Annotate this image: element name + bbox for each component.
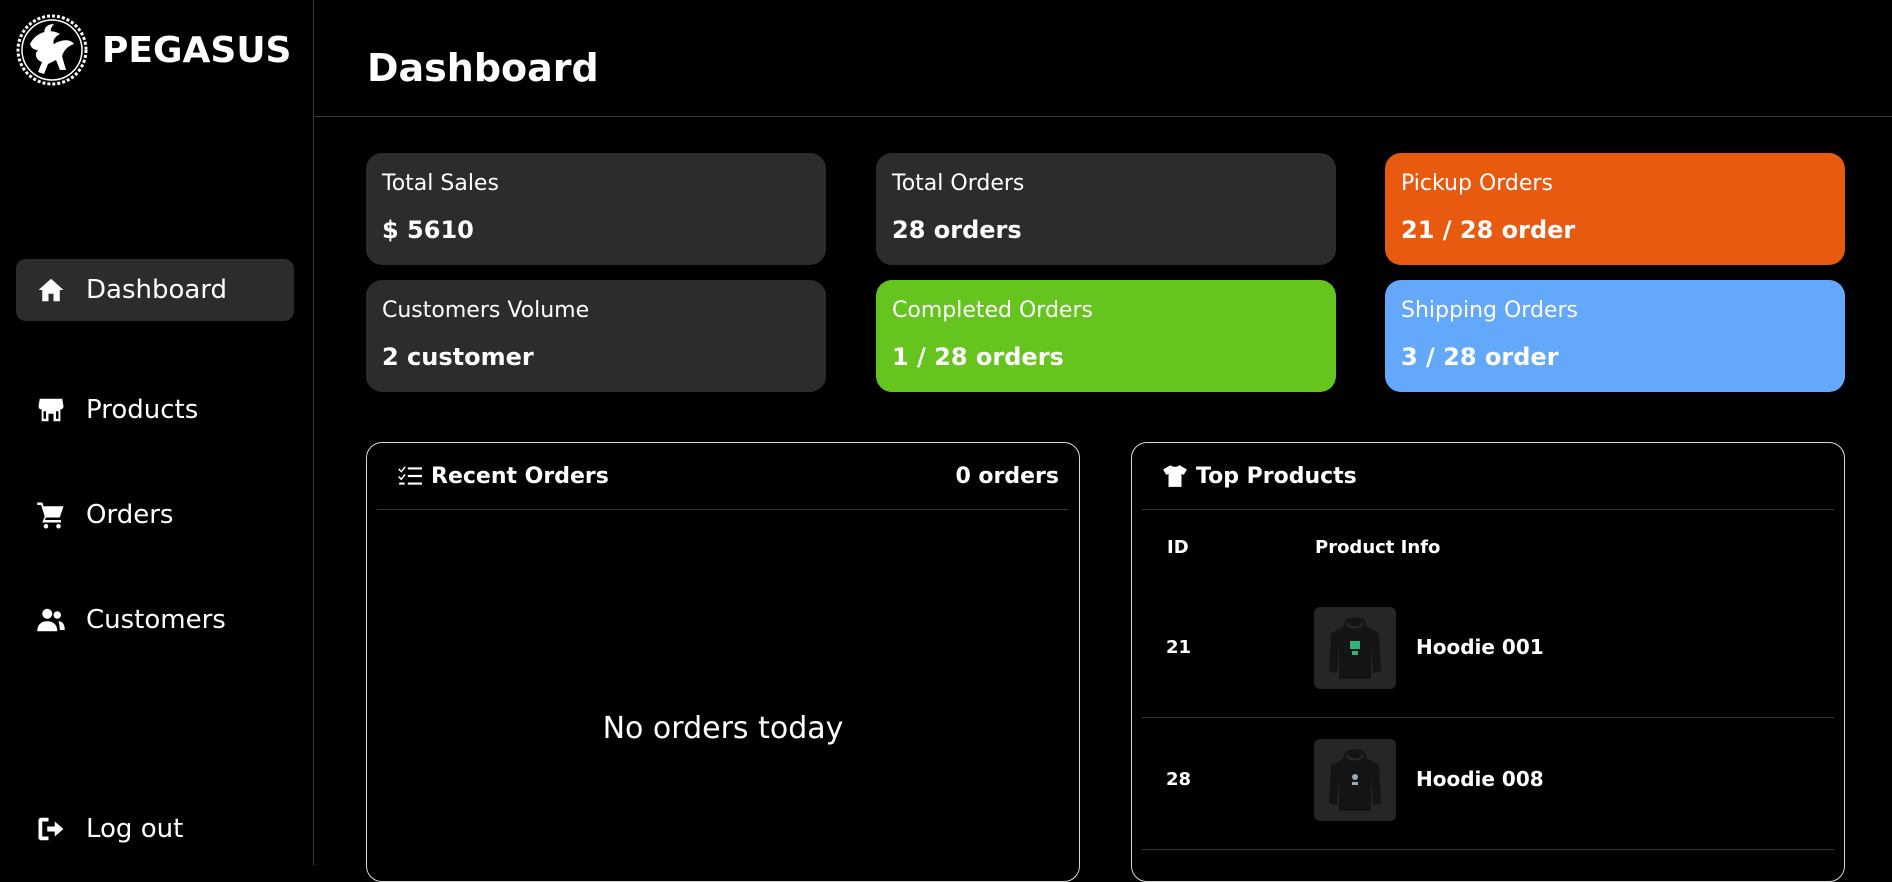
hoodie-image-icon	[1329, 617, 1381, 679]
recent-orders-title: Recent Orders	[431, 463, 609, 489]
stat-value: 28 orders	[892, 216, 1022, 244]
stat-card-total-orders: Total Orders 28 orders	[876, 153, 1336, 265]
checklist-icon	[397, 463, 423, 489]
product-thumbnail	[1314, 607, 1396, 689]
store-icon	[34, 393, 68, 427]
stat-label: Completed Orders	[892, 298, 1093, 323]
logout-icon	[34, 812, 68, 846]
logout-label: Log out	[86, 814, 184, 844]
page-header: Dashboard	[315, 0, 1892, 117]
page-title: Dashboard	[367, 46, 599, 90]
product-id: 28	[1166, 769, 1192, 790]
sidebar-item-label: Dashboard	[86, 275, 228, 305]
sidebar-item-products[interactable]: Products	[16, 379, 294, 441]
top-products-header: Top Products	[1142, 443, 1834, 510]
pegasus-logo-icon	[16, 14, 88, 86]
tshirt-icon	[1162, 463, 1188, 489]
stat-label: Total Sales	[382, 171, 499, 196]
stat-value: 21 / 28 order	[1401, 216, 1576, 244]
home-icon	[34, 273, 68, 307]
stat-card-customers-volume: Customers Volume 2 customer	[366, 280, 826, 392]
sidebar-item-label: Products	[86, 395, 199, 425]
stat-label: Total Orders	[892, 171, 1025, 196]
stat-label: Pickup Orders	[1401, 171, 1553, 196]
brand[interactable]: PEGASUS	[16, 14, 291, 86]
users-icon	[34, 603, 68, 637]
column-header-product-info: Product Info	[1315, 537, 1441, 558]
stat-card-shipping-orders: Shipping Orders 3 / 28 order	[1385, 280, 1845, 392]
column-header-id: ID	[1167, 537, 1189, 558]
product-name: Hoodie 001	[1416, 635, 1544, 659]
hoodie-image-icon	[1329, 749, 1381, 811]
stat-value: 2 customer	[382, 343, 534, 371]
sidebar-item-label: Orders	[86, 500, 174, 530]
recent-orders-header: Recent Orders 0 orders	[377, 443, 1069, 510]
sidebar-item-customers[interactable]: Customers	[16, 589, 294, 651]
logout-button[interactable]: Log out	[16, 798, 294, 860]
stat-value: 3 / 28 order	[1401, 343, 1559, 371]
sidebar-item-dashboard[interactable]: Dashboard	[16, 259, 294, 321]
stat-label: Shipping Orders	[1401, 298, 1578, 323]
stat-value: 1 / 28 orders	[892, 343, 1064, 371]
top-products-title: Top Products	[1196, 463, 1357, 489]
empty-state-text: No orders today	[602, 711, 844, 746]
recent-orders-count: 0 orders	[955, 463, 1059, 489]
stat-card-pickup-orders: Pickup Orders 21 / 28 order	[1385, 153, 1845, 265]
stat-card-total-sales: Total Sales $ 5610	[366, 153, 826, 265]
stat-value: $ 5610	[382, 216, 474, 244]
product-thumbnail	[1314, 739, 1396, 821]
recent-orders-panel: Recent Orders 0 orders No orders today	[366, 442, 1080, 882]
table-row[interactable]: 28 Hoodie 008	[1142, 717, 1834, 850]
sidebar-item-orders[interactable]: Orders	[16, 484, 294, 546]
sidebar-item-label: Customers	[86, 605, 226, 635]
cart-icon	[34, 498, 68, 532]
stat-label: Customers Volume	[382, 298, 590, 323]
product-id: 21	[1166, 637, 1192, 658]
brand-name: PEGASUS	[102, 29, 292, 71]
stat-card-completed-orders: Completed Orders 1 / 28 orders	[876, 280, 1336, 392]
product-name: Hoodie 008	[1416, 767, 1544, 791]
table-row[interactable]: 21 Hoodie 001	[1142, 585, 1834, 718]
sidebar: PEGASUS Dashboard Products Orders Custom…	[0, 0, 314, 865]
